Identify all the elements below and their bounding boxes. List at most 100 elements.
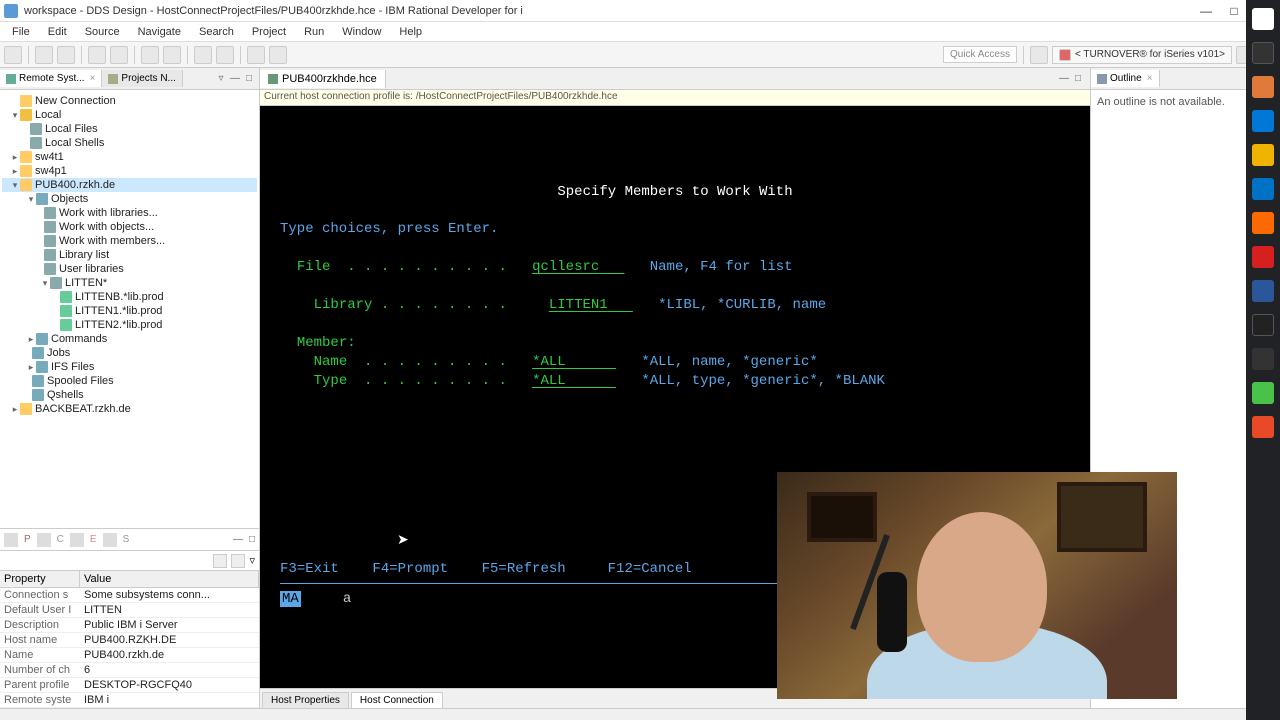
prop-tool-2-icon[interactable] — [231, 554, 245, 568]
toolbar-saveall-icon[interactable] — [57, 46, 75, 64]
host-icon — [20, 165, 32, 177]
search-icon[interactable] — [1252, 42, 1274, 64]
property-row[interactable]: Connection sSome subsystems conn... — [0, 588, 259, 603]
menu-run[interactable]: Run — [296, 24, 332, 40]
maximize-button[interactable]: □ — [1220, 1, 1248, 21]
app-icon — [4, 4, 18, 18]
terminal-title: Specify Members to Work With — [280, 183, 1070, 202]
quick-access-input[interactable]: Quick Access — [943, 46, 1017, 63]
app-icon-1[interactable] — [1252, 76, 1274, 98]
minimize-view-icon[interactable]: — — [1058, 73, 1070, 85]
opera-icon[interactable] — [1252, 246, 1274, 268]
settings-icon[interactable] — [1252, 348, 1274, 370]
ifs-icon — [36, 361, 48, 373]
library-input[interactable]: LITTEN1 — [549, 297, 633, 313]
file-explorer-icon[interactable] — [1252, 144, 1274, 166]
perspective-open-icon[interactable] — [1030, 46, 1048, 64]
property-row[interactable]: Default User ILITTEN — [0, 603, 259, 618]
projects-icon — [108, 74, 118, 84]
window-titlebar: workspace - DDS Design - HostConnectProj… — [0, 0, 1280, 22]
tab-outline[interactable]: Outline × — [1091, 70, 1160, 87]
remote-systems-tree[interactable]: New Connection ▾Local Local Files Local … — [0, 90, 259, 528]
window-title: workspace - DDS Design - HostConnectProj… — [24, 5, 1192, 17]
app-icon-2[interactable] — [1252, 416, 1274, 438]
local-icon — [20, 109, 32, 121]
perspective-icon — [1059, 49, 1071, 61]
menu-source[interactable]: Source — [77, 24, 128, 40]
toolbar-open-icon[interactable] — [216, 46, 234, 64]
toolbar-new-icon[interactable] — [4, 46, 22, 64]
property-row[interactable]: DescriptionPublic IBM i Server — [0, 618, 259, 633]
library-icon — [60, 319, 72, 331]
toolbar-nav-back-icon[interactable] — [247, 46, 265, 64]
minimize-button[interactable]: — — [1192, 1, 1220, 21]
close-icon[interactable]: × — [1147, 73, 1153, 84]
view-menu-icon[interactable]: ▿ — [215, 73, 227, 85]
toolbar-nav-fwd-icon[interactable] — [269, 46, 287, 64]
props-col-value[interactable]: Value — [80, 571, 259, 587]
maximize-view-icon[interactable]: □ — [243, 73, 255, 85]
properties-view: P C E S — □ ▿ Property Value Connection … — [0, 528, 259, 708]
terminal-app-icon[interactable] — [1252, 314, 1274, 336]
local-files-icon — [30, 123, 42, 135]
word-icon[interactable] — [1252, 280, 1274, 302]
minimize-view-icon[interactable]: — — [229, 73, 241, 85]
outline-icon — [1097, 74, 1107, 84]
library-list-icon — [44, 249, 56, 261]
member-name-input[interactable]: *ALL — [532, 354, 616, 370]
toolbar-save-icon[interactable] — [35, 46, 53, 64]
property-row[interactable]: Number of ch6 — [0, 663, 259, 678]
maximize-view-icon[interactable]: □ — [249, 534, 255, 545]
property-row[interactable]: Host namePUB400.RZKH.DE — [0, 633, 259, 648]
commands-icon — [36, 333, 48, 345]
outlook-icon[interactable] — [1252, 178, 1274, 200]
view-menu-icon[interactable]: ▿ — [249, 554, 255, 567]
toolbar-search-icon[interactable] — [194, 46, 212, 64]
windows-start-icon[interactable] — [1252, 8, 1274, 30]
props-col-property[interactable]: Property — [0, 571, 80, 587]
toolbar-run-icon[interactable] — [163, 46, 181, 64]
menu-project[interactable]: Project — [244, 24, 294, 40]
member-type-input[interactable]: *ALL — [532, 373, 616, 389]
menu-window[interactable]: Window — [334, 24, 389, 40]
work-libraries-icon — [44, 207, 56, 219]
prop-filter-icon[interactable] — [37, 533, 51, 547]
minimize-view-icon[interactable]: — — [233, 534, 243, 545]
terminal-prompt: Type choices, press Enter. — [280, 220, 1070, 239]
menu-search[interactable]: Search — [191, 24, 242, 40]
new-connection-icon — [20, 95, 32, 107]
remote-systems-tabbar: Remote Syst... × Projects N... ▿ — □ — [0, 68, 259, 90]
edge-icon[interactable] — [1252, 110, 1274, 132]
main-toolbar: Quick Access < TURNOVER® for iSeries v10… — [0, 42, 1280, 68]
property-row[interactable]: NamePUB400.rzkh.de — [0, 648, 259, 663]
toolbar-debug-icon[interactable] — [141, 46, 159, 64]
work-objects-icon — [44, 221, 56, 233]
editor-tabbar: PUB400rzkhde.hce — □ — [260, 68, 1090, 90]
litten-filter-icon — [50, 277, 62, 289]
menu-help[interactable]: Help — [391, 24, 430, 40]
prop-tool-1-icon[interactable] — [213, 554, 227, 568]
tab-projects[interactable]: Projects N... — [102, 70, 182, 87]
remote-systems-icon — [6, 74, 16, 84]
prop-cat-icon[interactable] — [70, 533, 84, 547]
tab-host-properties[interactable]: Host Properties — [262, 692, 349, 708]
file-input[interactable]: qcllesrc — [532, 259, 624, 275]
camtasia-icon[interactable] — [1252, 382, 1274, 404]
prop-expand-icon[interactable] — [103, 533, 117, 547]
editor-tab-hce[interactable]: PUB400rzkhde.hce — [260, 70, 386, 88]
perspective-selector[interactable]: < TURNOVER® for iSeries v101> — [1052, 46, 1232, 64]
tab-remote-systems[interactable]: Remote Syst... × — [0, 70, 102, 87]
toolbar-redo-icon[interactable] — [110, 46, 128, 64]
hce-file-icon — [268, 74, 278, 84]
local-shells-icon — [30, 137, 42, 149]
tab-host-connection[interactable]: Host Connection — [351, 692, 443, 708]
toolbar-undo-icon[interactable] — [88, 46, 106, 64]
property-row[interactable]: Remote systeIBM i — [0, 693, 259, 708]
maximize-view-icon[interactable]: □ — [1072, 73, 1084, 85]
menu-file[interactable]: File — [4, 24, 38, 40]
property-row[interactable]: Parent profileDESKTOP-RGCFQ40 — [0, 678, 259, 693]
menu-navigate[interactable]: Navigate — [130, 24, 189, 40]
close-icon[interactable]: × — [90, 73, 96, 84]
menu-edit[interactable]: Edit — [40, 24, 75, 40]
firefox-icon[interactable] — [1252, 212, 1274, 234]
